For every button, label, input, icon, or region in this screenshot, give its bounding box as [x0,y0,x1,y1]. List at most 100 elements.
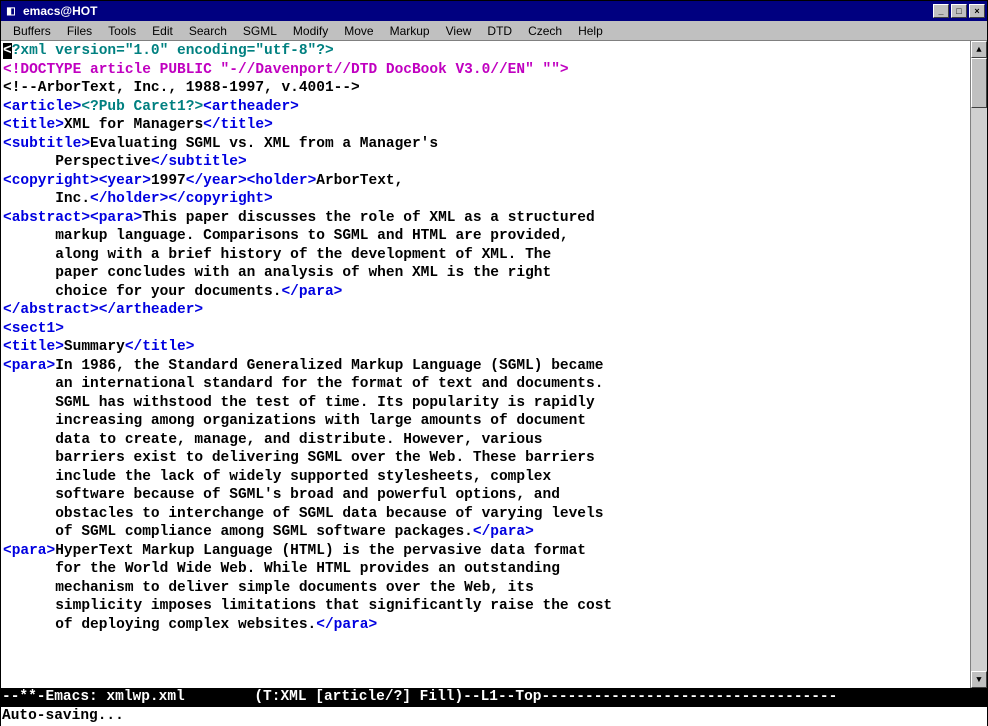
menu-czech[interactable]: Czech [520,22,570,40]
code-token[interactable]: paper concludes with an analysis of when… [3,265,551,281]
code-token[interactable]: <para> [3,358,55,374]
editor-line[interactable]: <subtitle>Evaluating SGML vs. XML from a… [3,135,968,154]
editor-line[interactable]: choice for your documents.</para> [3,283,968,302]
code-token[interactable]: Summary [64,339,125,355]
editor-line[interactable]: <title>Summary</title> [3,338,968,357]
code-token[interactable]: <abstract><para> [3,210,142,226]
scroll-up-arrow-icon[interactable]: ▲ [971,41,987,58]
code-token[interactable]: markup language. Comparisons to SGML and… [3,228,569,244]
code-token[interactable]: data to create, manage, and distribute. … [3,432,543,448]
editor-line[interactable]: <sect1> [3,320,968,339]
code-token[interactable]: <!--ArborText, Inc., 1988-1997, v.4001--… [3,80,360,96]
editor-line[interactable]: of deploying complex websites.</para> [3,616,968,635]
vertical-scrollbar[interactable]: ▲ ▼ [970,41,987,688]
code-token[interactable]: </holder></copyright> [90,191,273,207]
menu-help[interactable]: Help [570,22,611,40]
code-token[interactable]: along with a brief history of the develo… [3,247,551,263]
code-token[interactable]: obstacles to interchange of SGML data be… [3,506,603,522]
editor-line[interactable]: mechanism to deliver simple documents ov… [3,579,968,598]
code-token[interactable]: SGML has withstood the test of time. Its… [3,395,595,411]
code-token[interactable]: <title> [3,117,64,133]
code-token[interactable]: choice for your documents. [3,284,281,300]
editor-line[interactable]: data to create, manage, and distribute. … [3,431,968,450]
menu-buffers[interactable]: Buffers [5,22,59,40]
menu-edit[interactable]: Edit [144,22,181,40]
code-token[interactable]: barriers exist to delivering SGML over t… [3,450,595,466]
code-token[interactable]: mechanism to deliver simple documents ov… [3,580,534,596]
code-token[interactable]: include the lack of widely supported sty… [3,469,551,485]
editor-line[interactable]: an international standard for the format… [3,375,968,394]
system-icon[interactable]: ◧ [3,3,19,19]
editor-line[interactable]: <para>In 1986, the Standard Generalized … [3,357,968,376]
code-token[interactable]: </subtitle> [151,154,247,170]
editor-line[interactable]: include the lack of widely supported sty… [3,468,968,487]
code-token[interactable]: software because of SGML's broad and pow… [3,487,560,503]
editor-line[interactable]: <!DOCTYPE article PUBLIC "-//Davenport//… [3,61,968,80]
code-token[interactable]: < [3,43,12,59]
editor-line[interactable]: software because of SGML's broad and pow… [3,486,968,505]
menu-markup[interactable]: Markup [382,22,438,40]
menu-sgml[interactable]: SGML [235,22,285,40]
editor-line[interactable]: obstacles to interchange of SGML data be… [3,505,968,524]
code-token[interactable]: <title> [3,339,64,355]
code-token[interactable]: Perspective [3,154,151,170]
menu-view[interactable]: View [438,22,480,40]
code-token[interactable]: </year><holder> [186,173,317,189]
code-token[interactable]: </para> [473,524,534,540]
editor-line[interactable]: <para>HyperText Markup Language (HTML) i… [3,542,968,561]
code-token[interactable]: increasing among organizations with larg… [3,413,586,429]
editor-line[interactable]: Perspective</subtitle> [3,153,968,172]
menu-dtd[interactable]: DTD [479,22,520,40]
menu-files[interactable]: Files [59,22,100,40]
scroll-down-arrow-icon[interactable]: ▼ [971,671,987,688]
menu-modify[interactable]: Modify [285,22,336,40]
editor-line[interactable]: <copyright><year>1997</year><holder>Arbo… [3,172,968,191]
editor-line[interactable]: of SGML compliance among SGML software p… [3,523,968,542]
close-button[interactable]: × [969,4,985,18]
code-token[interactable]: an international standard for the format… [3,376,603,392]
menu-search[interactable]: Search [181,22,235,40]
code-token[interactable]: </para> [281,284,342,300]
code-token[interactable]: <article> [3,99,81,115]
code-token[interactable]: of deploying complex websites. [3,617,316,633]
code-token[interactable]: <subtitle> [3,136,90,152]
maximize-button[interactable]: □ [951,4,967,18]
code-token[interactable]: <sect1> [3,321,64,337]
scroll-thumb[interactable] [971,58,987,108]
code-token[interactable]: In 1986, the Standard Generalized Markup… [55,358,603,374]
code-token[interactable]: </title> [203,117,273,133]
editor-line[interactable]: </abstract></artheader> [3,301,968,320]
menu-tools[interactable]: Tools [100,22,144,40]
editor-line[interactable]: paper concludes with an analysis of when… [3,264,968,283]
editor-line[interactable]: simplicity imposes limitations that sign… [3,597,968,616]
editor-line[interactable]: increasing among organizations with larg… [3,412,968,431]
editor-line[interactable]: <!--ArborText, Inc., 1988-1997, v.4001--… [3,79,968,98]
code-token[interactable]: 1997 [151,173,186,189]
code-token[interactable]: Evaluating SGML vs. XML from a Manager's [90,136,438,152]
code-token[interactable]: This paper discusses the role of XML as … [142,210,594,226]
editor-buffer[interactable]: <?xml version="1.0" encoding="utf-8"?><!… [1,41,970,688]
code-token[interactable]: </para> [316,617,377,633]
editor-line[interactable]: <title>XML for Managers</title> [3,116,968,135]
editor-line[interactable]: <?xml version="1.0" encoding="utf-8"?> [3,42,968,61]
code-token[interactable]: for the World Wide Web. While HTML provi… [3,561,560,577]
minimize-button[interactable]: _ [933,4,949,18]
code-token[interactable]: <!DOCTYPE article PUBLIC "-//Davenport//… [3,62,569,78]
code-token[interactable]: XML for Managers [64,117,203,133]
editor-line[interactable]: for the World Wide Web. While HTML provi… [3,560,968,579]
editor-line[interactable]: Inc.</holder></copyright> [3,190,968,209]
code-token[interactable]: simplicity imposes limitations that sign… [3,598,612,614]
code-token[interactable]: ArborText, [316,173,403,189]
editor-line[interactable]: <article><?Pub Caret1?><artheader> [3,98,968,117]
code-token[interactable]: <?Pub Caret1?> [81,99,203,115]
editor-line[interactable]: barriers exist to delivering SGML over t… [3,449,968,468]
code-token[interactable]: <para> [3,543,55,559]
code-token[interactable]: <copyright><year> [3,173,151,189]
editor-line[interactable]: along with a brief history of the develo… [3,246,968,265]
scroll-track[interactable] [971,58,987,671]
code-token[interactable]: </title> [125,339,195,355]
editor-line[interactable]: markup language. Comparisons to SGML and… [3,227,968,246]
code-token[interactable]: HyperText Markup Language (HTML) is the … [55,543,586,559]
editor-line[interactable]: SGML has withstood the test of time. Its… [3,394,968,413]
code-token[interactable]: ?xml version="1.0" encoding="utf-8"?> [12,43,334,59]
